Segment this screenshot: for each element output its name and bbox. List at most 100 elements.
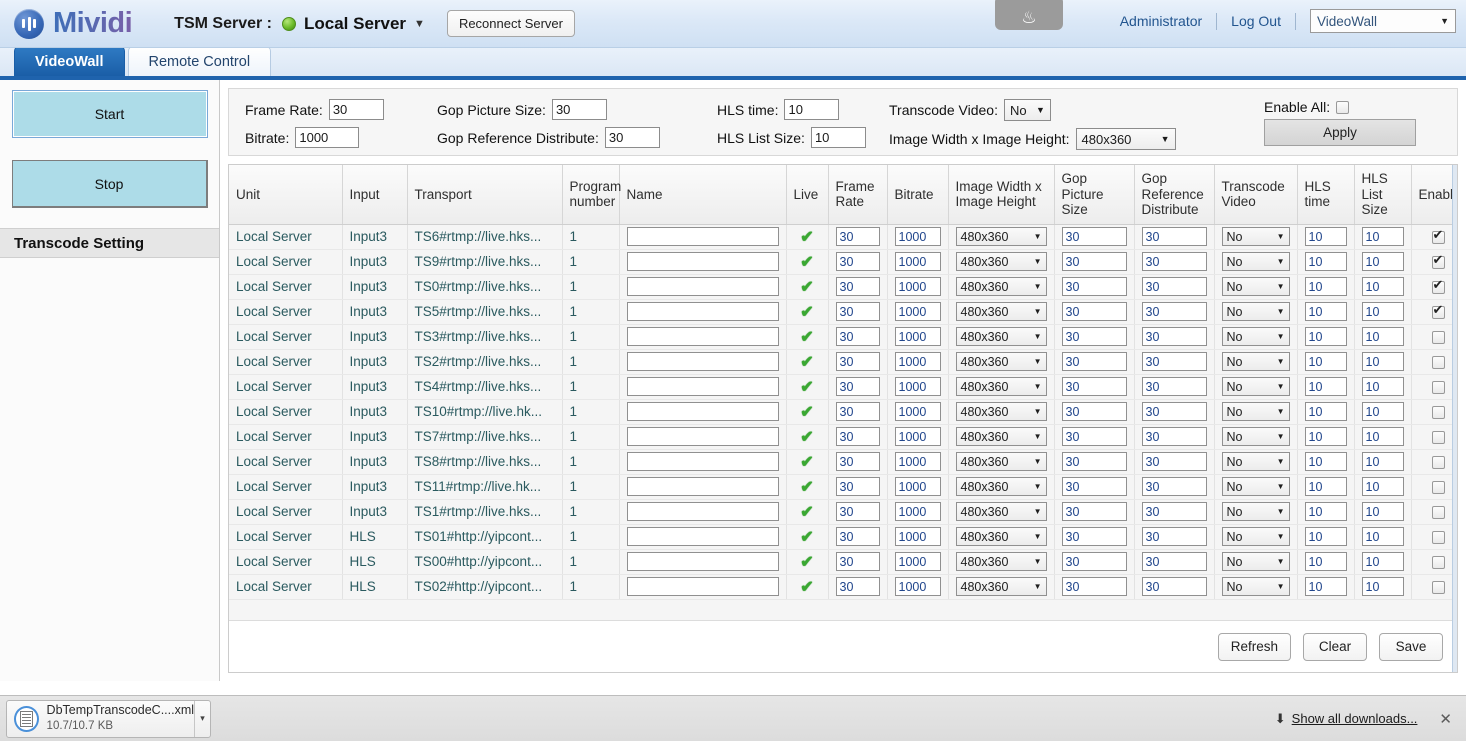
image-size-select[interactable]: 480x360▼ (956, 252, 1047, 271)
gop-picture-size-input[interactable] (1062, 527, 1127, 546)
chevron-down-icon[interactable]: ▼ (414, 18, 425, 30)
col-hls-list-size[interactable]: HLS List Size (1354, 165, 1411, 224)
bitrate-input[interactable] (895, 502, 941, 521)
frame-rate-input[interactable] (836, 277, 880, 296)
name-input[interactable] (627, 577, 779, 596)
col-gop-picture-size[interactable]: Gop Picture Size (1054, 165, 1134, 224)
col-transport[interactable]: Transport (407, 165, 562, 224)
frame-rate-input[interactable] (836, 427, 880, 446)
hls-time-input[interactable] (1305, 277, 1347, 296)
name-input[interactable] (627, 477, 779, 496)
close-icon[interactable]: ✕ (1439, 710, 1452, 728)
enable-checkbox[interactable] (1432, 231, 1445, 244)
name-input[interactable] (627, 327, 779, 346)
bitrate-input[interactable] (895, 252, 941, 271)
bitrate-input[interactable] (295, 127, 359, 148)
hls-list-size-input[interactable] (811, 127, 866, 148)
frame-rate-input[interactable] (836, 527, 880, 546)
transcode-video-select[interactable]: No▼ (1222, 402, 1290, 421)
gop-reference-distribute-input[interactable] (1142, 527, 1207, 546)
vertical-scrollbar[interactable] (1452, 165, 1457, 672)
transcode-video-select[interactable]: No▼ (1222, 277, 1290, 296)
hls-time-input[interactable] (1305, 552, 1347, 571)
hls-time-input[interactable] (1305, 402, 1347, 421)
name-input[interactable] (627, 502, 779, 521)
enable-checkbox[interactable] (1432, 306, 1445, 319)
stop-button[interactable]: Stop (12, 160, 208, 208)
gop-reference-distribute-input[interactable] (1142, 552, 1207, 571)
bitrate-input[interactable] (895, 402, 941, 421)
gop-picture-size-input[interactable] (1062, 552, 1127, 571)
image-size-select[interactable]: 480x360▼ (956, 402, 1047, 421)
enable-checkbox[interactable] (1432, 256, 1445, 269)
bitrate-input[interactable] (895, 427, 941, 446)
transcode-video-select[interactable]: No▼ (1222, 427, 1290, 446)
image-size-select[interactable]: 480x360▼ (956, 477, 1047, 496)
service-bell-icon[interactable]: ♨ (995, 0, 1063, 30)
bitrate-input[interactable] (895, 277, 941, 296)
enable-checkbox[interactable] (1432, 531, 1445, 544)
image-size-select[interactable]: 480x360▼ (956, 577, 1047, 596)
image-size-select[interactable]: 480x360▼ (956, 452, 1047, 471)
administrator-link[interactable]: Administrator (1106, 13, 1216, 29)
enable-checkbox[interactable] (1432, 381, 1445, 394)
server-name[interactable]: Local Server (304, 14, 406, 34)
col-enable[interactable]: Enable (1411, 165, 1458, 224)
hls-time-input[interactable] (1305, 327, 1347, 346)
frame-rate-input[interactable] (836, 327, 880, 346)
bitrate-input[interactable] (895, 302, 941, 321)
enable-checkbox[interactable] (1432, 356, 1445, 369)
image-size-select[interactable]: 480x360▼ (956, 352, 1047, 371)
name-input[interactable] (627, 552, 779, 571)
frame-rate-input[interactable] (836, 227, 880, 246)
gop-picture-size-input[interactable] (552, 99, 607, 120)
name-input[interactable] (627, 302, 779, 321)
enable-checkbox[interactable] (1432, 331, 1445, 344)
gop-reference-distribute-input[interactable] (1142, 352, 1207, 371)
col-frame-rate[interactable]: Frame Rate (828, 165, 887, 224)
tab-remote-control[interactable]: Remote Control (128, 46, 272, 76)
transcode-video-select[interactable]: No ▼ (1004, 99, 1051, 121)
gop-reference-distribute-input[interactable] (1142, 377, 1207, 396)
gop-reference-distribute-input[interactable] (1142, 277, 1207, 296)
frame-rate-input[interactable] (836, 302, 880, 321)
image-size-select[interactable]: 480x360 ▼ (1076, 128, 1176, 150)
transcode-video-select[interactable]: No▼ (1222, 452, 1290, 471)
hls-list-size-input[interactable] (1362, 227, 1404, 246)
hls-time-input[interactable] (1305, 452, 1347, 471)
image-size-select[interactable]: 480x360▼ (956, 552, 1047, 571)
image-size-select[interactable]: 480x360▼ (956, 327, 1047, 346)
hls-time-input[interactable] (1305, 502, 1347, 521)
col-live[interactable]: Live (786, 165, 828, 224)
transcode-video-select[interactable]: No▼ (1222, 577, 1290, 596)
gop-picture-size-input[interactable] (1062, 352, 1127, 371)
logout-link[interactable]: Log Out (1217, 13, 1295, 29)
gop-picture-size-input[interactable] (1062, 477, 1127, 496)
enable-checkbox[interactable] (1432, 581, 1445, 594)
hls-time-input[interactable] (1305, 577, 1347, 596)
gop-picture-size-input[interactable] (1062, 402, 1127, 421)
col-bitrate[interactable]: Bitrate (887, 165, 948, 224)
gop-reference-distribute-input[interactable] (1142, 452, 1207, 471)
hls-list-size-input[interactable] (1362, 252, 1404, 271)
bitrate-input[interactable] (895, 527, 941, 546)
bitrate-input[interactable] (895, 452, 941, 471)
image-size-select[interactable]: 480x360▼ (956, 302, 1047, 321)
transcode-video-select[interactable]: No▼ (1222, 327, 1290, 346)
frame-rate-input[interactable] (836, 252, 880, 271)
enable-checkbox[interactable] (1432, 456, 1445, 469)
hls-list-size-input[interactable] (1362, 502, 1404, 521)
name-input[interactable] (627, 352, 779, 371)
hls-time-input[interactable] (1305, 527, 1347, 546)
hls-list-size-input[interactable] (1362, 552, 1404, 571)
hls-list-size-input[interactable] (1362, 377, 1404, 396)
gop-picture-size-input[interactable] (1062, 502, 1127, 521)
hls-list-size-input[interactable] (1362, 527, 1404, 546)
hls-list-size-input[interactable] (1362, 327, 1404, 346)
frame-rate-input[interactable] (836, 552, 880, 571)
hls-time-input[interactable] (1305, 352, 1347, 371)
refresh-button[interactable]: Refresh (1218, 633, 1291, 661)
gop-picture-size-input[interactable] (1062, 377, 1127, 396)
enable-checkbox[interactable] (1432, 481, 1445, 494)
gop-picture-size-input[interactable] (1062, 277, 1127, 296)
